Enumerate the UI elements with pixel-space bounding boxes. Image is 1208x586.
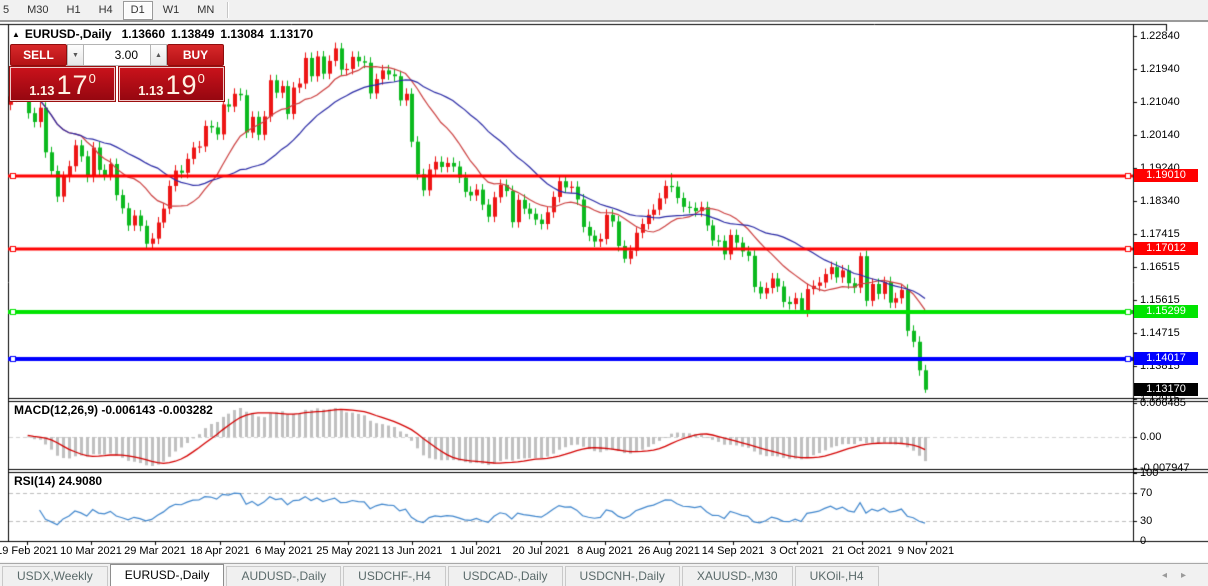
ohlc-close: 1.13170 bbox=[270, 27, 313, 41]
timeframe-button-5[interactable]: 5 bbox=[0, 1, 17, 20]
ohlc-open: 1.13660 bbox=[122, 27, 165, 41]
sell-price-pipette: 0 bbox=[89, 72, 96, 85]
chart-tab-ukoil-[interactable]: UKOil-,H4 bbox=[795, 566, 879, 586]
chart-tab-usdcnh-[interactable]: USDCNH-,Daily bbox=[565, 566, 680, 586]
chart-tab-usdchf-[interactable]: USDCHF-,H4 bbox=[343, 566, 446, 586]
timeframe-button-h4[interactable]: H4 bbox=[91, 1, 121, 20]
toolbar-separator bbox=[227, 2, 229, 18]
chart-tab-bar: USDX,WeeklyEURUSD-,DailyAUDUSD-,DailyUSD… bbox=[0, 563, 1208, 586]
one-click-trading-panel: SELL ▼ ▲ BUY 1.13 17 0 1.13 19 0 bbox=[10, 44, 226, 101]
timeframe-button-h1[interactable]: H1 bbox=[59, 1, 89, 20]
symbol-header: ▲ EURUSD-,Daily 1.13660 1.13849 1.13084 … bbox=[12, 27, 319, 41]
buy-price-tile[interactable]: 1.13 19 0 bbox=[119, 67, 224, 101]
chart-tab-usdcad-[interactable]: USDCAD-,Daily bbox=[448, 566, 563, 586]
timeframe-button-w1[interactable]: W1 bbox=[155, 1, 188, 20]
tab-scroll-arrows: ◂▸ bbox=[1162, 570, 1200, 581]
sell-button[interactable]: SELL bbox=[10, 44, 67, 66]
chart-tab-xauusd-[interactable]: XAUUSD-,M30 bbox=[682, 566, 793, 586]
tab-scroll-left-icon[interactable]: ◂ bbox=[1162, 570, 1181, 581]
timeframe-toolbar: 5M30H1H4D1W1MN bbox=[0, 0, 1208, 22]
volume-input[interactable] bbox=[84, 44, 150, 66]
timeframe-button-mn[interactable]: MN bbox=[189, 1, 222, 20]
symbol-title: EURUSD-,Daily bbox=[25, 27, 112, 41]
sell-price-tile[interactable]: 1.13 17 0 bbox=[10, 67, 115, 101]
buy-button[interactable]: BUY bbox=[167, 44, 224, 66]
sell-price-prefix: 1.13 bbox=[29, 83, 54, 98]
ohlc-low: 1.13084 bbox=[220, 27, 263, 41]
spin-down-icon: ▼ bbox=[72, 52, 79, 59]
buy-price-prefix: 1.13 bbox=[138, 83, 163, 98]
volume-increase-button[interactable]: ▲ bbox=[150, 44, 167, 66]
expand-panel-icon[interactable]: ▲ bbox=[12, 30, 20, 39]
ohlc-high: 1.13849 bbox=[171, 27, 214, 41]
chart-tab-audusd-[interactable]: AUDUSD-,Daily bbox=[226, 566, 341, 586]
buy-price-pipette: 0 bbox=[198, 72, 205, 85]
app-root: 5M30H1H4D1W1MN ▲ EURUSD-,Daily 1.13660 1… bbox=[0, 0, 1208, 586]
chart-tab-eurusd-[interactable]: EURUSD-,Daily bbox=[110, 564, 225, 586]
chart-tab-usdx[interactable]: USDX,Weekly bbox=[2, 566, 108, 586]
volume-decrease-button[interactable]: ▼ bbox=[67, 44, 84, 66]
tab-scroll-right-icon[interactable]: ▸ bbox=[1181, 570, 1200, 581]
timeframe-button-d1[interactable]: D1 bbox=[123, 1, 153, 20]
spin-up-icon: ▲ bbox=[155, 52, 162, 59]
timeframe-button-m30[interactable]: M30 bbox=[19, 1, 56, 20]
sell-price-pips: 17 bbox=[57, 72, 89, 98]
buy-price-pips: 19 bbox=[166, 72, 198, 98]
